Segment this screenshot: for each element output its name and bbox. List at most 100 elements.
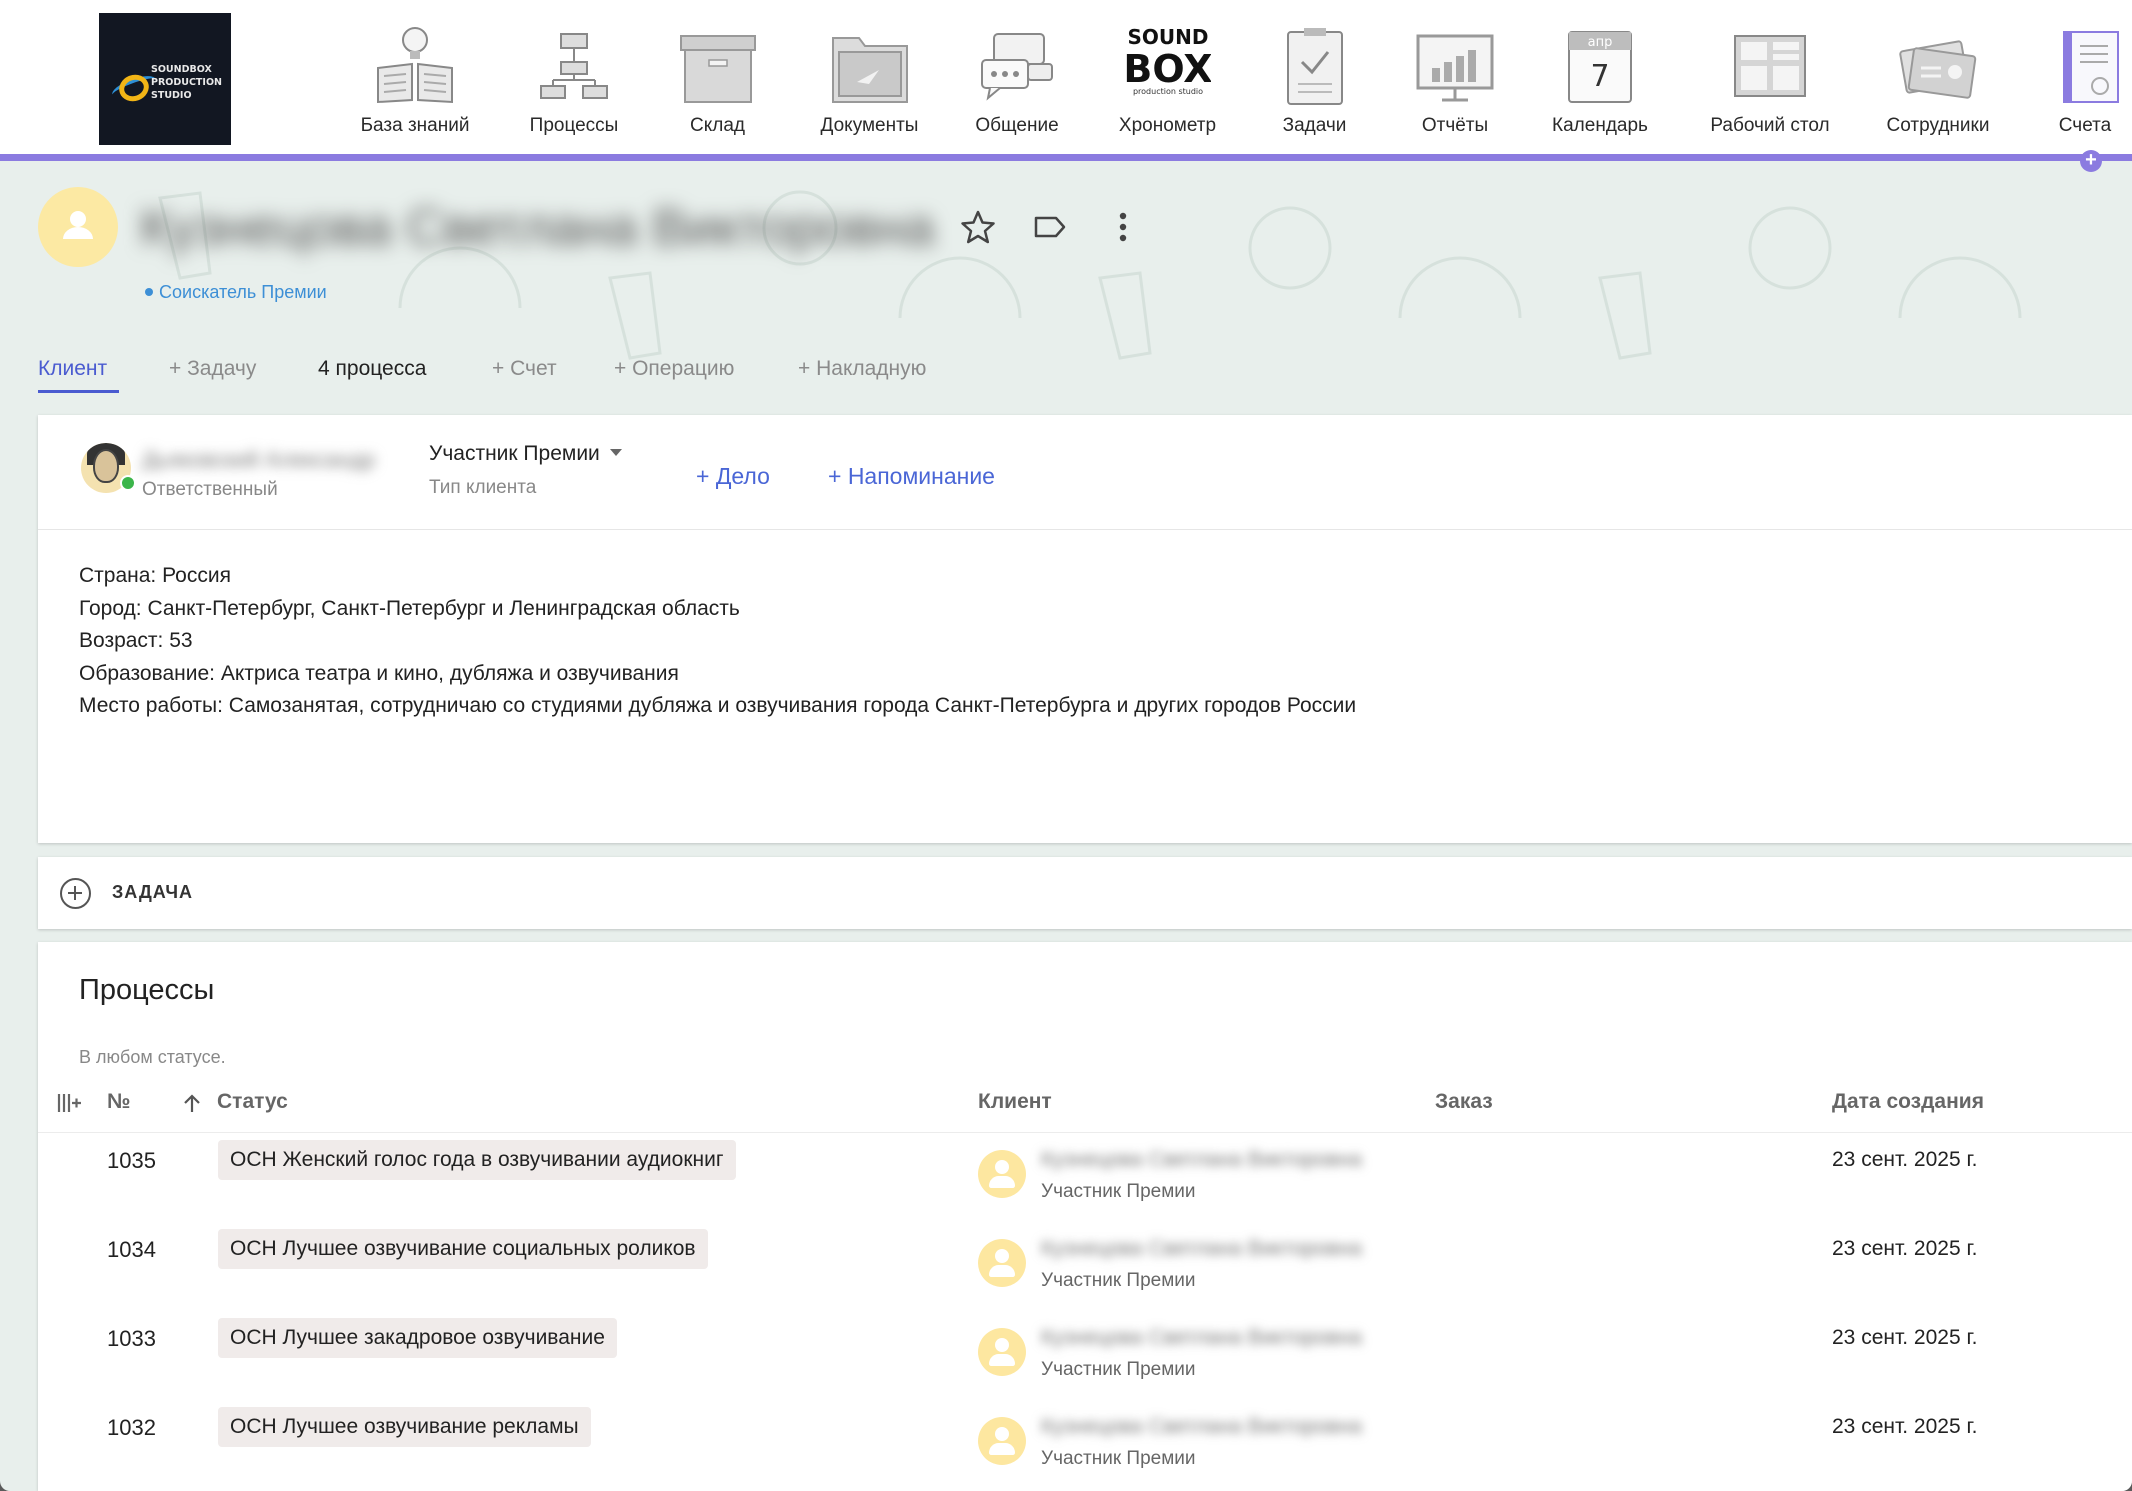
process-number: 1032	[107, 1415, 156, 1440]
more-vert-icon[interactable]	[1103, 207, 1143, 247]
nav-item-communication[interactable]: Общение	[962, 18, 1072, 143]
nav-item-processes[interactable]: Процессы	[510, 18, 638, 143]
responsible-name[interactable]: Дьяковский Александр	[142, 447, 392, 473]
task-section[interactable]: ЗАДАЧА	[38, 857, 2132, 929]
client-avatar-small	[978, 1239, 1026, 1287]
nav-item-chronometer[interactable]: SOUND BOX production studio Хронометр	[1105, 18, 1230, 143]
folder-icon	[831, 37, 908, 103]
process-status[interactable]: ОСН Лучшее закадровое озвучивание	[218, 1318, 617, 1358]
svg-text:апр: апр	[1588, 35, 1613, 50]
process-number: 1035	[107, 1148, 156, 1173]
nav-label: Счета	[2058, 115, 2112, 136]
client-details-card: Дьяковский Александр Ответственный Участ…	[38, 415, 2132, 843]
tab-add-operation[interactable]: + Операцию	[614, 357, 734, 381]
client-avatar-small	[978, 1417, 1026, 1465]
nav-item-workspace[interactable]: Рабочий стол	[1700, 18, 1840, 143]
process-status[interactable]: ОСН Женский голос года в озвучивании ауд…	[218, 1140, 736, 1180]
info-age: Возраст: 53	[79, 629, 193, 652]
table-row[interactable]: 1034 ОСН Лучшее озвучивание социальных р…	[38, 1229, 2132, 1318]
nav-item-calendar[interactable]: апр 7 Календарь	[1540, 18, 1660, 143]
company-logo[interactable]: SOUNDBOX PRODUCTION STUDIO	[99, 13, 231, 145]
tab-add-waybill[interactable]: + Накладную	[798, 357, 926, 381]
caret-down-icon	[609, 449, 622, 456]
add-deal-link[interactable]: + Дело	[696, 463, 770, 490]
svg-text:SOUND: SOUND	[1127, 25, 1208, 49]
nav-label: Отчёты	[1421, 115, 1489, 136]
tab-processes[interactable]: 4 процесса	[318, 357, 426, 381]
sort-ascending-icon[interactable]	[180, 1092, 204, 1116]
client-avatar-small	[978, 1150, 1026, 1198]
row-client-name[interactable]: Кузнецова Светлана Викторовна	[1041, 1237, 1401, 1261]
add-reminder-link[interactable]: + Напоминание	[828, 463, 995, 490]
nav-label: Хронометр	[1118, 115, 1217, 136]
id-cards-icon	[1899, 40, 1977, 99]
table-row[interactable]: 1032 ОСН Лучшее озвучивание рекламы Кузн…	[38, 1407, 2132, 1491]
nav-label: Задачи	[1282, 115, 1347, 136]
clipboard-check-icon	[1286, 28, 1343, 105]
processes-filter[interactable]: В любом статусе.	[79, 1047, 226, 1068]
process-status[interactable]: ОСН Лучшее озвучивание рекламы	[218, 1407, 591, 1447]
task-label: ЗАДАЧА	[112, 882, 194, 902]
column-header-created[interactable]: Дата создания	[1832, 1090, 1984, 1114]
process-status[interactable]: ОСН Лучшее озвучивание социальных ролико…	[218, 1229, 708, 1269]
client-type-select[interactable]: Участник Премии	[429, 442, 622, 466]
nav-item-employees[interactable]: Сотрудники	[1872, 18, 2004, 143]
row-client-type: Участник Премии	[1041, 1181, 1196, 1202]
table-row[interactable]: 1033 ОСН Лучшее закадровое озвучивание К…	[38, 1318, 2132, 1407]
row-client-name[interactable]: Кузнецова Светлана Викторовна	[1041, 1415, 1401, 1439]
column-header-order[interactable]: Заказ	[1435, 1090, 1493, 1114]
star-icon[interactable]	[958, 207, 998, 247]
nav-item-invoices[interactable]: Счета	[2040, 18, 2130, 143]
tab-add-task[interactable]: + Задачу	[169, 357, 256, 381]
flowchart-icon	[540, 33, 608, 99]
label-tag-icon[interactable]	[1030, 207, 1070, 247]
row-client-type: Участник Премии	[1041, 1359, 1196, 1380]
tab-client[interactable]: Клиент	[38, 357, 107, 381]
nav-label: Документы	[820, 115, 919, 136]
nav-item-knowledge-base[interactable]: База знаний	[350, 18, 480, 143]
add-nav-item-button[interactable]: +	[2080, 150, 2102, 172]
divider	[38, 529, 2132, 530]
nav-label: Общение	[975, 115, 1059, 136]
row-client-name[interactable]: Кузнецова Светлана Викторовна	[1041, 1326, 1401, 1350]
status-dot	[145, 288, 153, 296]
column-settings-icon[interactable]	[56, 1092, 82, 1114]
process-number: 1034	[107, 1237, 156, 1262]
client-type-value: Участник Премии	[429, 442, 600, 465]
active-tab-indicator	[38, 390, 119, 393]
client-avatar-small	[978, 1328, 1026, 1376]
app-window: SOUNDBOX PRODUCTION STUDIO База знаний П…	[0, 0, 2132, 1491]
row-created-date: 23 сент. 2025 г.	[1832, 1326, 1978, 1349]
nav-item-documents[interactable]: Документы	[807, 18, 932, 143]
table-row[interactable]: 1035 ОСН Женский голос года в озвучивани…	[38, 1140, 2132, 1229]
info-workplace: Место работы: Самозанятая, сотрудничаю с…	[79, 694, 1357, 717]
info-education: Образование: Актриса театра и кино, дубл…	[79, 661, 679, 685]
client-status[interactable]: Соискатель Премии	[145, 282, 327, 303]
client-info: Страна: Россия Город: Санкт-Петербург, С…	[79, 560, 1356, 723]
add-circle-icon[interactable]	[60, 878, 91, 909]
column-header-number[interactable]: №	[107, 1090, 130, 1114]
responsible-label: Ответственный	[142, 479, 278, 500]
nav-label: Процессы	[529, 115, 619, 136]
row-created-date: 23 сент. 2025 г.	[1832, 1237, 1978, 1260]
nav-item-reports[interactable]: Отчёты	[1400, 18, 1510, 143]
nav-item-tasks[interactable]: Задачи	[1262, 18, 1367, 143]
calendar-icon: апр 7	[1568, 31, 1632, 103]
nav-label: База знаний	[360, 115, 470, 136]
row-client-type: Участник Премии	[1041, 1448, 1196, 1469]
client-name: Кузнецова Светлана Викторовна	[140, 199, 935, 257]
avatar-face	[93, 449, 119, 483]
storage-box-icon	[679, 35, 756, 103]
info-city: Город: Санкт-Петербург, Санкт-Петербург …	[79, 596, 740, 620]
top-navigation: SOUNDBOX PRODUCTION STUDIO База знаний П…	[0, 0, 2132, 161]
svg-text:BOX: BOX	[1125, 47, 1211, 91]
info-country: Страна: Россия	[79, 564, 231, 587]
row-client-name[interactable]: Кузнецова Светлана Викторовна	[1041, 1148, 1401, 1172]
nav-item-storage[interactable]: Склад	[660, 18, 775, 143]
invoice-icon	[2063, 31, 2119, 103]
column-header-client[interactable]: Клиент	[978, 1090, 1052, 1114]
bar-chart-board-icon	[1416, 34, 1494, 102]
logo-text: SOUNDBOX PRODUCTION STUDIO	[151, 64, 222, 101]
tab-add-invoice[interactable]: + Счет	[492, 357, 557, 381]
column-header-status[interactable]: Статус	[217, 1090, 288, 1114]
